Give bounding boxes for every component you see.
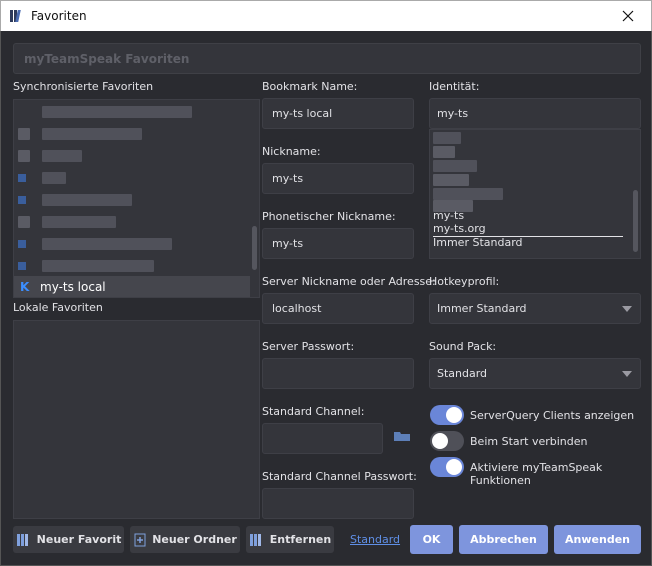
apply-button[interactable]: Anwenden bbox=[554, 525, 641, 554]
favorites-app-icon bbox=[10, 9, 24, 23]
ts-bookmark-icon: K bbox=[20, 280, 30, 294]
synced-favorites-list[interactable]: K my-ts local bbox=[13, 99, 260, 298]
new-favorite-label: Neuer Favorit bbox=[36, 533, 122, 546]
folder-icon bbox=[394, 432, 410, 441]
bookmark-name-input[interactable]: my-ts local bbox=[262, 98, 414, 129]
server-password-label: Server Passwort: bbox=[262, 340, 355, 353]
list-item[interactable] bbox=[14, 101, 250, 123]
window-title: Favoriten bbox=[31, 9, 87, 23]
nickname-label: Nickname: bbox=[262, 145, 321, 158]
connect-on-start-label: Beim Start verbinden bbox=[470, 435, 588, 448]
local-favorites-list[interactable] bbox=[13, 320, 260, 519]
cancel-button[interactable]: Abbrechen bbox=[459, 525, 548, 554]
list-item[interactable] bbox=[14, 167, 250, 189]
list-item-selected[interactable]: K my-ts local bbox=[14, 276, 250, 297]
server-address-input[interactable]: localhost bbox=[262, 293, 414, 324]
list-item[interactable] bbox=[14, 255, 250, 277]
selected-item-label: my-ts local bbox=[40, 280, 106, 294]
default-channel-password-label: Standard Channel Passwort: bbox=[262, 470, 417, 483]
ok-button[interactable]: OK bbox=[410, 525, 453, 554]
list-item[interactable] bbox=[14, 233, 250, 255]
new-favorite-button[interactable]: Neuer Favorit bbox=[13, 526, 124, 553]
local-favorites-label: Lokale Favoriten bbox=[13, 301, 103, 314]
bookmark-add-icon bbox=[16, 533, 32, 547]
identity-list-scrollbar[interactable] bbox=[633, 190, 638, 252]
close-button[interactable] bbox=[605, 1, 651, 31]
identity-select[interactable]: my-ts bbox=[429, 98, 641, 129]
identity-option[interactable]: Immer Standard bbox=[433, 236, 523, 249]
synced-list-scrollbar[interactable] bbox=[252, 226, 257, 270]
hotkey-profile-value: Immer Standard bbox=[437, 302, 527, 315]
channel-browse-button[interactable] bbox=[391, 425, 413, 447]
new-folder-button[interactable]: Neuer Ordner bbox=[130, 526, 240, 553]
hotkey-profile-label: Hotkeyprofil: bbox=[429, 275, 500, 288]
remove-button[interactable]: Entfernen bbox=[246, 526, 334, 553]
chevron-down-icon bbox=[622, 371, 632, 377]
serverquery-clients-label: ServerQuery Clients anzeigen bbox=[470, 409, 635, 422]
nickname-input[interactable]: my-ts bbox=[262, 163, 414, 194]
close-icon bbox=[622, 10, 634, 22]
hotkey-profile-select[interactable]: Immer Standard bbox=[429, 293, 641, 324]
identity-dropdown-list[interactable]: my-ts my-ts.org Immer Standard bbox=[429, 129, 641, 259]
serverquery-clients-toggle[interactable] bbox=[430, 405, 464, 425]
mytsfav-header: myTeamSpeak Favoriten bbox=[13, 43, 641, 74]
server-password-input[interactable] bbox=[262, 358, 414, 389]
default-channel-label: Standard Channel: bbox=[262, 405, 365, 418]
myteamspeak-features-label: Aktiviere myTeamSpeak Funktionen bbox=[470, 461, 603, 487]
list-item[interactable] bbox=[14, 189, 250, 211]
standard-link[interactable]: Standard bbox=[350, 533, 400, 546]
phonetic-nickname-input[interactable]: my-ts bbox=[262, 228, 414, 259]
title-bar: Favoriten bbox=[0, 0, 652, 31]
new-folder-label: Neuer Ordner bbox=[152, 533, 237, 546]
default-channel-input[interactable] bbox=[262, 423, 383, 454]
synced-favorites-label: Synchronisierte Favoriten bbox=[13, 80, 154, 93]
list-item[interactable] bbox=[14, 145, 250, 167]
identity-option-highlighted[interactable]: my-ts.org bbox=[433, 222, 623, 237]
identity-option[interactable]: my-ts bbox=[433, 209, 464, 222]
chevron-down-icon bbox=[622, 306, 632, 312]
identity-label: Identität: bbox=[429, 80, 480, 93]
remove-label: Entfernen bbox=[269, 533, 332, 546]
default-channel-password-input[interactable] bbox=[262, 488, 414, 519]
favorites-dialog: myTeamSpeak Favoriten Synchronisierte Fa… bbox=[0, 31, 652, 566]
list-item[interactable] bbox=[14, 211, 250, 233]
sound-pack-select[interactable]: Standard bbox=[429, 358, 641, 389]
myteamspeak-features-toggle[interactable] bbox=[430, 457, 464, 477]
sound-pack-label: Sound Pack: bbox=[429, 340, 497, 353]
server-address-label: Server Nickname oder Adresse: bbox=[262, 275, 436, 288]
phonetic-nickname-label: Phonetischer Nickname: bbox=[262, 210, 396, 223]
sound-pack-value: Standard bbox=[437, 367, 488, 380]
bookmark-name-label: Bookmark Name: bbox=[262, 80, 358, 93]
list-item[interactable] bbox=[14, 123, 250, 145]
bookmark-remove-icon bbox=[249, 533, 265, 547]
folder-add-icon bbox=[133, 533, 147, 547]
connect-on-start-toggle[interactable] bbox=[430, 431, 464, 451]
